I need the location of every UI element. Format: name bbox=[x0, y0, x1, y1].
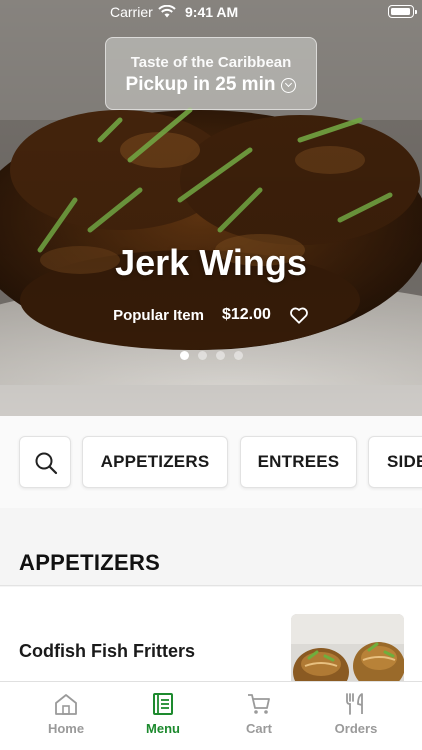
cart-icon bbox=[248, 694, 270, 714]
carousel-dot[interactable] bbox=[233, 351, 243, 360]
home-icon bbox=[55, 694, 77, 715]
menu-book-icon bbox=[153, 693, 173, 715]
section-title: APPETIZERS bbox=[19, 550, 161, 575]
carousel-dot-active[interactable] bbox=[179, 351, 189, 360]
pickup-time-row: Pickup in 25 min bbox=[106, 74, 316, 96]
popular-tag: Popular Item bbox=[113, 306, 204, 324]
heart-icon[interactable] bbox=[289, 306, 309, 324]
carousel-dots bbox=[0, 351, 422, 360]
menu-section-header: APPETIZERS bbox=[0, 508, 422, 586]
featured-item-title: Jerk Wings bbox=[115, 242, 307, 283]
pickup-time-label: Pickup in 25 min bbox=[125, 74, 276, 95]
restaurant-name: Taste of the Caribbean bbox=[130, 54, 292, 71]
status-bar: Carrier 9:41 AM bbox=[0, 0, 422, 24]
carrier-label: Carrier bbox=[110, 4, 153, 20]
menu-item-name: Codfish Fish Fritters bbox=[19, 641, 196, 661]
tab-menu-label: Menu bbox=[146, 721, 180, 736]
pickup-selector[interactable]: Taste of the Caribbean Pickup in 25 min bbox=[105, 37, 317, 110]
carousel-dot[interactable] bbox=[197, 351, 207, 360]
category-bar: APPETIZERS ENTREES SIDES bbox=[0, 416, 422, 508]
category-appetizers[interactable]: APPETIZERS bbox=[82, 436, 228, 488]
category-entrees[interactable]: ENTREES bbox=[240, 436, 357, 488]
chevron-down-circle-icon bbox=[281, 77, 297, 93]
featured-price: $12.00 bbox=[221, 306, 271, 323]
featured-item-meta: Popular Item $12.00 bbox=[0, 306, 422, 324]
wifi-icon bbox=[158, 5, 176, 18]
tab-home[interactable]: Home bbox=[18, 682, 114, 750]
fork-knife-icon bbox=[346, 693, 363, 715]
category-sides[interactable]: SIDES bbox=[368, 436, 422, 488]
search-button[interactable] bbox=[19, 436, 71, 488]
tab-home-label: Home bbox=[47, 721, 85, 736]
tab-menu[interactable]: Menu bbox=[115, 682, 211, 750]
bottom-tab-bar: Home Menu Cart Orders bbox=[0, 681, 422, 750]
clock-time: 9:41 AM bbox=[185, 4, 239, 20]
tab-orders-label: Orders bbox=[334, 721, 378, 736]
menu-item[interactable]: Codfish Fish Fritters bbox=[0, 587, 422, 694]
app-screen: Carrier 9:41 AM Taste of the Caribbean P… bbox=[0, 0, 422, 750]
tab-orders[interactable]: Orders bbox=[308, 682, 404, 750]
battery-icon bbox=[388, 5, 417, 18]
search-icon bbox=[35, 452, 58, 475]
hero-carousel[interactable]: Carrier 9:41 AM Taste of the Caribbean P… bbox=[0, 0, 422, 416]
tab-cart-label: Cart bbox=[245, 721, 272, 736]
tab-cart[interactable]: Cart bbox=[211, 682, 307, 750]
carousel-dot[interactable] bbox=[215, 351, 225, 360]
